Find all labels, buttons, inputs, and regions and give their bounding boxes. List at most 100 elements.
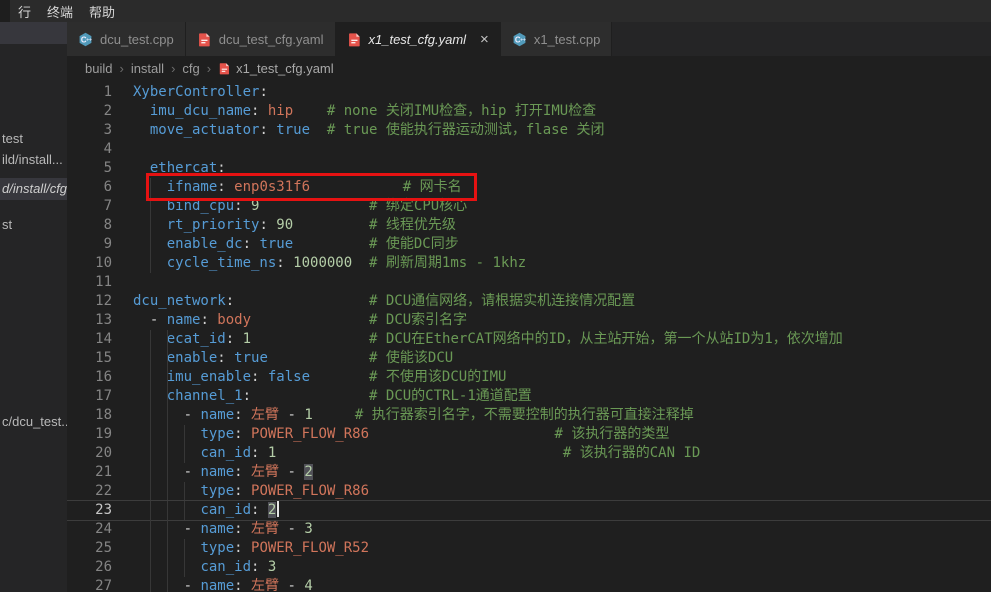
breadcrumb-segment[interactable]: build (85, 61, 112, 76)
code-line[interactable]: 21 - name: 左臂 - 2 (67, 463, 991, 482)
code-token: # 网卡名 (403, 179, 462, 195)
tab-x1_test_cfg.yaml[interactable]: x1_test_cfg.yaml × (336, 22, 501, 56)
tab-x1_test.cpp[interactable]: C++x1_test.cpp (501, 22, 613, 56)
code-line[interactable]: 23 can_id: 2 (67, 501, 991, 520)
code-token: : (251, 369, 268, 385)
code-content: rt_priority: 90 # 线程优先级 (112, 216, 991, 235)
code-token: : (234, 521, 251, 537)
code-line[interactable]: 8 rt_priority: 90 # 线程优先级 (67, 216, 991, 235)
code-line[interactable]: 19 type: POWER_FLOW_R86 # 该执行器的类型 (67, 425, 991, 444)
breadcrumb-file[interactable]: x1_test_cfg.yaml (218, 61, 334, 76)
code-content: imu_enable: false # 不使用该DCU的IMU (112, 368, 991, 387)
breadcrumb-segment[interactable]: install (131, 61, 164, 76)
code-line[interactable]: 22 type: POWER_FLOW_R86 (67, 482, 991, 501)
indent-guide (184, 501, 185, 520)
close-icon[interactable]: × (480, 32, 489, 47)
indent-guide (150, 539, 151, 558)
code-token: 2 (304, 464, 312, 480)
tab-dcu_test.cpp[interactable]: C++dcu_test.cpp (67, 22, 186, 56)
code-line[interactable]: 2 imu_dcu_name: hip # none 关闭IMU检查，hip 打… (67, 102, 991, 121)
code-content: type: POWER_FLOW_R86 (112, 482, 991, 501)
line-number: 1 (67, 83, 112, 102)
code-line[interactable]: 18 - name: 左臂 - 1 # 执行器索引名字，不需要控制的执行器可直接… (67, 406, 991, 425)
indent-guide (167, 444, 168, 463)
indent-guide (150, 349, 151, 368)
code-token: : (234, 198, 251, 214)
cpp-icon: C++ (512, 32, 527, 47)
code-token: : (259, 217, 276, 233)
code-token (293, 236, 369, 252)
indent-guide (167, 539, 168, 558)
code-token: : (226, 293, 234, 309)
code-line[interactable]: 27 - name: 左臂 - 4 (67, 577, 991, 592)
code-line[interactable]: 7 bind_cpu: 9 # 绑定CPU核心 (67, 197, 991, 216)
code-token: imu_dcu_name (150, 103, 251, 119)
menu-item[interactable]: 帮助 (81, 2, 123, 21)
code-token: : (217, 179, 234, 195)
code-line[interactable]: 25 type: POWER_FLOW_R52 (67, 539, 991, 558)
code-content: dcu_network: # DCU通信网络，请根据实机连接情况配置 (112, 292, 991, 311)
menu-item[interactable]: 行 (10, 2, 39, 21)
code-token (259, 198, 369, 214)
sidebar-item[interactable]: test (0, 128, 67, 150)
code-token: # 使能该DCU (369, 350, 453, 366)
line-number: 5 (67, 159, 112, 178)
breadcrumb-segment[interactable]: cfg (182, 61, 199, 76)
indent-guide (167, 482, 168, 501)
tab-label: x1_test_cfg.yaml (369, 32, 467, 47)
line-number: 3 (67, 121, 112, 140)
code-line[interactable]: 15 enable: true # 使能该DCU (67, 349, 991, 368)
code-line[interactable]: 24 - name: 左臂 - 3 (67, 520, 991, 539)
code-content: - name: 左臂 - 3 (112, 520, 991, 539)
code-token: 1 (243, 331, 251, 347)
code-line[interactable]: 16 imu_enable: false # 不使用该DCU的IMU (67, 368, 991, 387)
sidebar-item[interactable] (0, 22, 67, 44)
tab-label: dcu_test.cpp (100, 32, 174, 47)
line-number: 27 (67, 577, 112, 592)
code-line[interactable]: 17 channel_1: # DCU的CTRL-1通道配置 (67, 387, 991, 406)
code-token: 左臂 (251, 578, 279, 592)
sidebar-item[interactable]: c/dcu_test... (0, 411, 67, 433)
indent-guide (150, 520, 151, 539)
sidebar-item[interactable]: d/install/cfg (0, 178, 67, 200)
code-token: : (243, 236, 260, 252)
code-token: : (217, 350, 234, 366)
code-line[interactable]: 6 ifname: enp0s31f6 # 网卡名 (67, 178, 991, 197)
code-line[interactable]: 13 - name: body # DCU索引名字 (67, 311, 991, 330)
breadcrumb: build›install›cfg›x1_test_cfg.yaml (67, 56, 991, 80)
code-content (112, 140, 991, 159)
code-line[interactable]: 11 (67, 273, 991, 292)
code-token: 左臂 (251, 521, 279, 537)
line-number: 19 (67, 425, 112, 444)
line-number: 15 (67, 349, 112, 368)
sidebar-item[interactable]: st (0, 214, 67, 236)
tab-dcu_test_cfg.yaml[interactable]: dcu_test_cfg.yaml (186, 22, 336, 56)
code-line[interactable]: 20 can_id: 1 # 该执行器的CAN ID (67, 444, 991, 463)
chevron-right-icon: › (171, 61, 175, 76)
code-token: false (268, 369, 310, 385)
code-token: name (200, 407, 234, 423)
editor[interactable]: 1XyberController:2 imu_dcu_name: hip # n… (67, 80, 991, 592)
sidebar-item[interactable]: ild/install... (0, 149, 67, 171)
code-token: enable (167, 350, 218, 366)
code-line[interactable]: 26 can_id: 3 (67, 558, 991, 577)
code-line[interactable]: 4 (67, 140, 991, 159)
indent-guide (150, 406, 151, 425)
menu-item[interactable]: 终端 (39, 2, 81, 21)
code-line[interactable]: 14 ecat_id: 1 # DCU在EtherCAT网络中的ID，从主站开始… (67, 330, 991, 349)
indent-guide (150, 482, 151, 501)
code-token: name (200, 521, 234, 537)
code-token (133, 122, 150, 138)
code-line[interactable]: 9 enable_dc: true # 使能DC同步 (67, 235, 991, 254)
code-line[interactable]: 3 move_actuator: true # true 使能执行器运动测试，f… (67, 121, 991, 140)
code-content: imu_dcu_name: hip # none 关闭IMU检查，hip 打开I… (112, 102, 991, 121)
line-number: 9 (67, 235, 112, 254)
code-line[interactable]: 1XyberController: (67, 83, 991, 102)
line-number: 11 (67, 273, 112, 292)
yaml-icon (347, 32, 362, 47)
code-line[interactable]: 5 ethercat: (67, 159, 991, 178)
code-token: dcu_network (133, 293, 226, 309)
code-token (276, 445, 563, 461)
code-line[interactable]: 10 cycle_time_ns: 1000000 # 刷新周期1ms - 1k… (67, 254, 991, 273)
code-line[interactable]: 12dcu_network: # DCU通信网络，请根据实机连接情况配置 (67, 292, 991, 311)
